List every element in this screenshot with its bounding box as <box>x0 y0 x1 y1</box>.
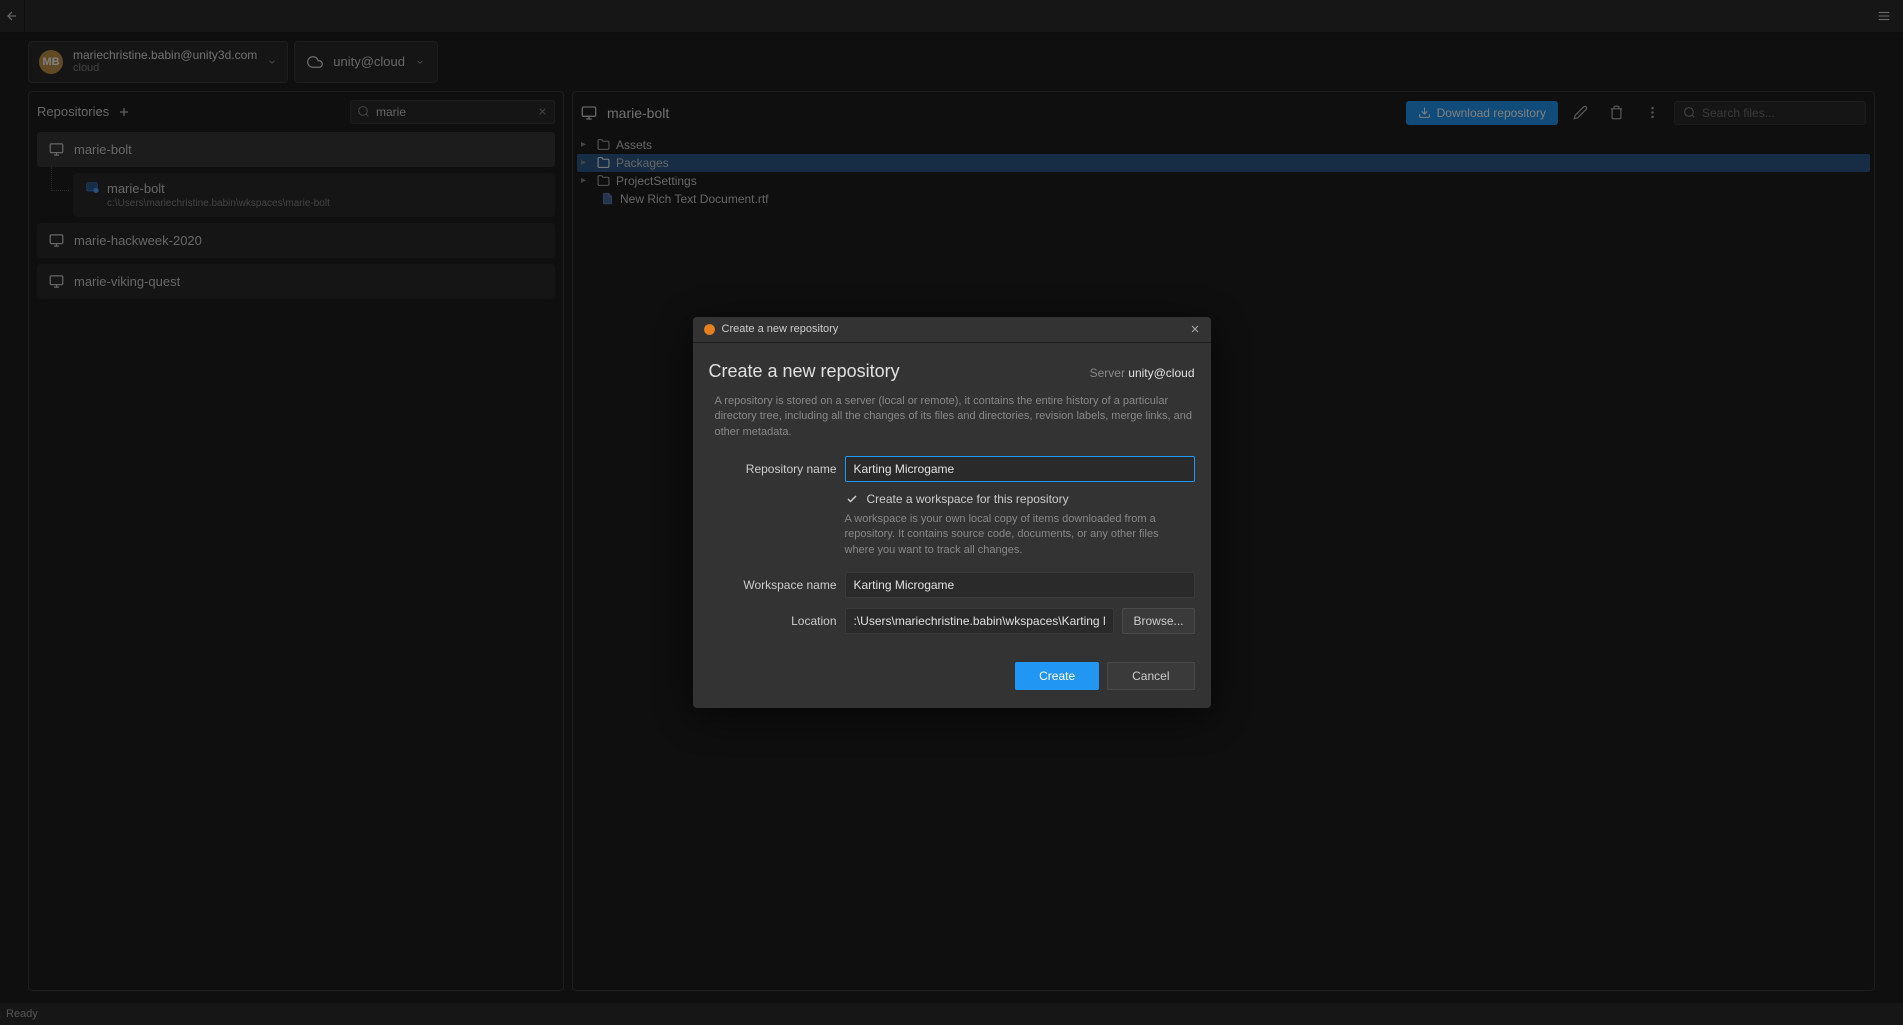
location-input[interactable] <box>845 608 1115 634</box>
cancel-button[interactable]: Cancel <box>1107 662 1194 690</box>
repo-name-label: Repository name <box>709 462 837 476</box>
server-value: unity@cloud <box>1128 366 1194 380</box>
modal-titlebar: Create a new repository <box>693 317 1211 343</box>
create-button[interactable]: Create <box>1015 662 1099 690</box>
modal-titlebar-text: Create a new repository <box>722 323 839 335</box>
create-repository-modal: Create a new repository Create a new rep… <box>693 317 1211 708</box>
modal-close-button[interactable] <box>1189 323 1201 335</box>
modal-description: A repository is stored on a server (loca… <box>709 394 1195 440</box>
app-icon <box>703 323 716 336</box>
modal-overlay: Create a new repository Create a new rep… <box>0 0 1903 1025</box>
repo-name-input[interactable] <box>845 456 1195 482</box>
close-icon <box>1189 323 1201 335</box>
location-label: Location <box>709 614 837 628</box>
server-label: Server <box>1090 366 1125 380</box>
server-info: Server unity@cloud <box>1090 366 1195 380</box>
checkmark-icon <box>845 492 859 506</box>
workspace-name-input[interactable] <box>845 572 1195 598</box>
modal-body: Create a new repository Server unity@clo… <box>693 343 1211 662</box>
modal-heading: Create a new repository <box>709 361 900 382</box>
browse-button[interactable]: Browse... <box>1122 608 1194 634</box>
workspace-description: A workspace is your own local copy of it… <box>845 512 1195 558</box>
workspace-name-label: Workspace name <box>709 578 837 592</box>
create-workspace-checkbox[interactable]: Create a workspace for this repository <box>845 492 1195 506</box>
checkbox-label: Create a workspace for this repository <box>867 492 1069 506</box>
